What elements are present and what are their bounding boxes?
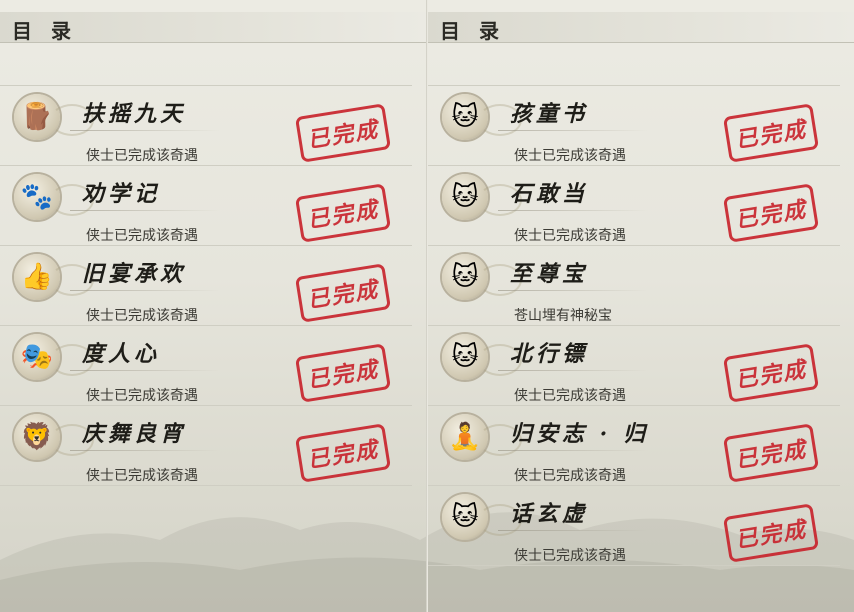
encounter-name: 北行镖 [510,341,589,367]
encounter-status: 侠士已完成该奇遇 [86,308,198,324]
divider [70,370,220,371]
divider [498,370,648,371]
completed-stamp: 已完成 [294,263,392,323]
stamp-text: 已完成 [305,276,381,314]
completed-stamp: 已完成 [722,183,820,243]
catalog-title: 目 录 [12,19,77,43]
stamp-text: 已完成 [733,116,809,154]
catalog-header: 目 录 [0,12,426,43]
divider [70,210,220,211]
completed-stamp: 已完成 [722,103,820,163]
completed-stamp: 已完成 [722,423,820,483]
stamp-text: 已完成 [733,516,809,554]
catalog-header: 目 录 [428,12,854,43]
encounter-status: 侠士已完成该奇遇 [514,148,626,164]
stamp-text: 已完成 [733,356,809,394]
list-end-divider [428,565,840,566]
catalog-title: 目 录 [440,19,505,43]
divider [498,210,648,211]
encounter-status: 侠士已完成该奇遇 [86,388,198,404]
divider [498,130,648,131]
divider [498,290,648,291]
stamp-text: 已完成 [305,196,381,234]
divider [70,130,220,131]
encounter-row[interactable]: 👍 旧宴承欢 侠士已完成该奇遇 已完成 [0,245,412,326]
encounter-row[interactable]: 🎭 度人心 侠士已完成该奇遇 已完成 [0,325,412,406]
encounter-status: 苍山埋有神秘宝 [514,308,612,324]
encounter-status: 侠士已完成该奇遇 [514,468,626,484]
stamp-text: 已完成 [305,116,381,154]
encounter-name: 归安志 · 归 [510,421,649,447]
stamp-text: 已完成 [733,196,809,234]
catalog-panel-left: 目 录 🪵 扶摇九天 侠士已完成该奇遇 已完成 🐾 劝学记 侠士已完成该奇遇 已… [0,0,426,612]
stamp-text: 已完成 [305,356,381,394]
list-end-divider [0,485,412,486]
encounter-name: 至尊宝 [510,261,589,287]
completed-stamp: 已完成 [294,423,392,483]
encounter-name: 旧宴承欢 [82,261,187,287]
divider [70,290,220,291]
encounter-row[interactable]: 🐱 话玄虚 侠士已完成该奇遇 已完成 [428,485,840,566]
encounter-row[interactable]: 🐱 石敢当 侠士已完成该奇遇 已完成 [428,165,840,246]
stamp-text: 已完成 [305,436,381,474]
encounter-row[interactable]: 🪵 扶摇九天 侠士已完成该奇遇 已完成 [0,85,412,166]
encounter-status: 侠士已完成该奇遇 [514,228,626,244]
encounter-name: 孩童书 [510,101,589,127]
encounter-row[interactable]: 🧘 归安志 · 归 侠士已完成该奇遇 已完成 [428,405,840,486]
encounter-status: 侠士已完成该奇遇 [86,228,198,244]
encounter-row[interactable]: 🐾 劝学记 侠士已完成该奇遇 已完成 [0,165,412,246]
divider [70,450,220,451]
encounter-status: 侠士已完成该奇遇 [86,468,198,484]
encounter-status: 侠士已完成该奇遇 [514,388,626,404]
encounter-name: 石敢当 [510,181,589,207]
divider [498,450,648,451]
encounter-name: 扶摇九天 [82,101,187,127]
stamp-text: 已完成 [733,436,809,474]
completed-stamp: 已完成 [722,343,820,403]
encounter-row[interactable]: 🐱 至尊宝 苍山埋有神秘宝 [428,245,840,326]
encounter-row[interactable]: 🐱 北行镖 侠士已完成该奇遇 已完成 [428,325,840,406]
encounter-row[interactable]: 🦁 庆舞良宵 侠士已完成该奇遇 已完成 [0,405,412,486]
encounter-name: 话玄虚 [510,501,589,527]
completed-stamp: 已完成 [294,103,392,163]
encounter-name: 庆舞良宵 [82,421,187,447]
encounter-status: 侠士已完成该奇遇 [86,148,198,164]
divider [498,530,648,531]
encounter-status: 侠士已完成该奇遇 [514,548,626,564]
catalog-panel-right: 目 录 🐱 孩童书 侠士已完成该奇遇 已完成 🐱 石敢当 侠士已完成该奇遇 已完… [428,0,854,612]
completed-stamp: 已完成 [294,343,392,403]
completed-stamp: 已完成 [722,503,820,563]
encounter-name: 劝学记 [82,181,161,207]
encounter-name: 度人心 [82,341,161,367]
encounter-row[interactable]: 🐱 孩童书 侠士已完成该奇遇 已完成 [428,85,840,166]
completed-stamp: 已完成 [294,183,392,243]
